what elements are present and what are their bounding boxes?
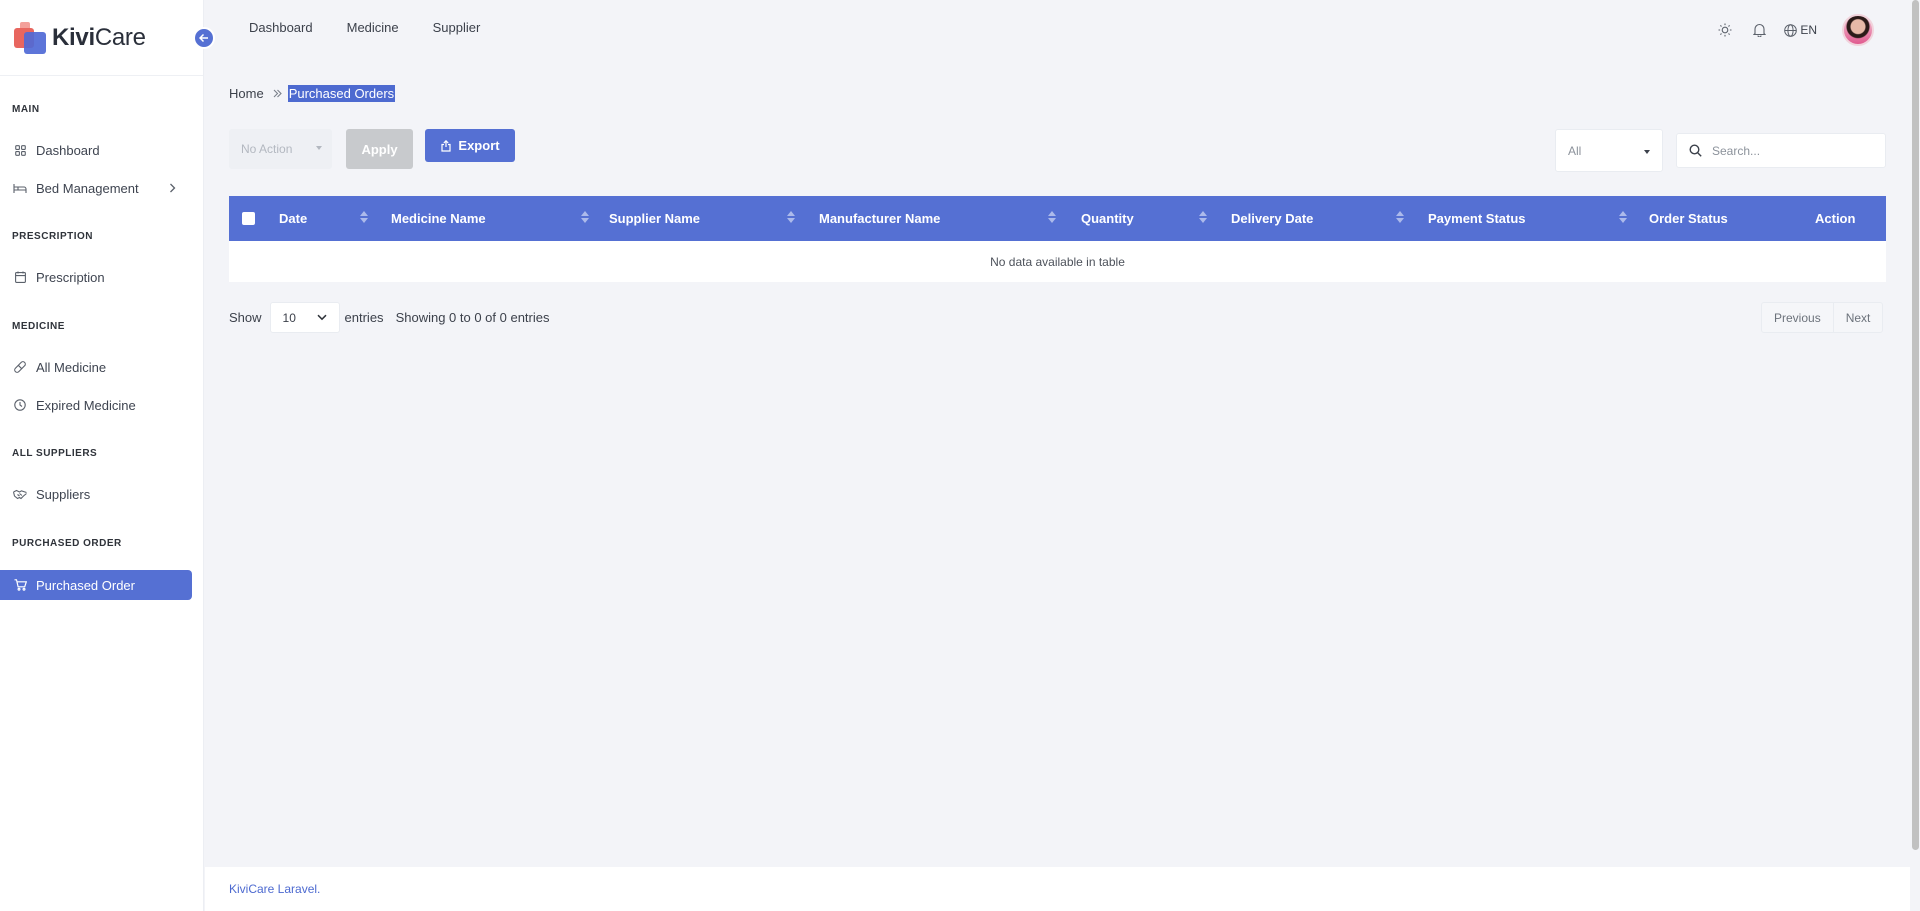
sidebar-item-suppliers[interactable]: Suppliers <box>0 479 192 509</box>
cart-icon <box>13 578 27 592</box>
bulk-action-select[interactable]: No Action <box>229 129 332 169</box>
column-header-date[interactable]: Date <box>279 196 307 241</box>
globe-icon <box>1784 23 1798 37</box>
column-header-manufacturer-name[interactable]: Manufacturer Name <box>819 196 940 241</box>
section-all-suppliers: ALL SUPPLIERS <box>12 448 98 459</box>
column-header-payment-status[interactable]: Payment Status <box>1428 196 1526 241</box>
sidebar-item-purchased-order[interactable]: Purchased Order <box>0 570 192 600</box>
top-right-tools: EN <box>1717 14 1874 46</box>
next-button[interactable]: Next <box>1832 303 1883 332</box>
sidebar-item-bed-management[interactable]: Bed Management <box>0 173 192 203</box>
sidebar-item-label: Prescription <box>36 269 105 285</box>
sidebar-item-label: Purchased Order <box>36 577 135 593</box>
sidebar-item-prescription[interactable]: Prescription <box>0 262 192 292</box>
section-prescription: PRESCRIPTION <box>12 231 94 242</box>
logo-icon <box>14 21 46 54</box>
breadcrumb-home[interactable]: Home <box>229 86 264 101</box>
pill-icon <box>13 360 27 374</box>
sort-icon[interactable] <box>1048 211 1056 223</box>
handshake-icon <box>13 487 27 501</box>
column-header-order-status[interactable]: Order Status <box>1649 196 1728 241</box>
page-size-value: 10 <box>282 310 296 325</box>
bulk-action-value: No Action <box>241 142 293 156</box>
status-filter-select[interactable]: All <box>1555 129 1663 172</box>
search-input[interactable] <box>1712 143 1872 158</box>
breadcrumb-current: Purchased Orders <box>287 85 396 102</box>
sidebar-item-label: All Medicine <box>36 359 107 375</box>
previous-button[interactable]: Previous <box>1762 303 1833 332</box>
bed-icon <box>13 181 27 195</box>
brand-name: KiviCare <box>52 23 146 51</box>
sort-icon[interactable] <box>1199 211 1207 223</box>
caret-down-icon <box>1644 150 1650 154</box>
grid-icon <box>13 143 27 157</box>
top-nav: Dashboard Medicine Supplier <box>249 20 480 35</box>
double-chevron-right-icon <box>273 87 282 101</box>
purchased-orders-table: Date Medicine Name Supplier Name Manufac… <box>229 196 1886 282</box>
language-selector[interactable]: EN <box>1784 23 1817 37</box>
sidebar-item-expired-medicine[interactable]: Expired Medicine <box>0 390 192 420</box>
column-header-medicine-name[interactable]: Medicine Name <box>391 196 486 241</box>
pagination: Previous Next <box>1761 302 1884 333</box>
sidebar-item-all-medicine[interactable]: All Medicine <box>0 352 192 382</box>
logo[interactable]: KiviCare <box>0 0 203 76</box>
caret-down-icon <box>316 146 322 150</box>
search-box <box>1676 133 1886 168</box>
avatar[interactable] <box>1842 14 1874 46</box>
sidebar-item-dashboard[interactable]: Dashboard <box>0 135 192 165</box>
sort-icon[interactable] <box>787 211 795 223</box>
language-label: EN <box>1800 23 1817 37</box>
topnav-medicine[interactable]: Medicine <box>347 20 399 35</box>
sort-icon[interactable] <box>1396 211 1404 223</box>
show-label: Show <box>229 310 262 325</box>
sidebar-collapse-button[interactable] <box>193 27 215 49</box>
topnav-dashboard[interactable]: Dashboard <box>249 20 313 35</box>
export-icon <box>441 139 452 152</box>
section-main: MAIN <box>12 104 40 115</box>
sun-icon[interactable] <box>1717 22 1733 38</box>
scrollbar-thumb[interactable] <box>1912 0 1919 850</box>
chevron-right-icon <box>169 180 176 196</box>
breadcrumb: Home Purchased Orders <box>229 85 396 102</box>
column-header-delivery-date[interactable]: Delivery Date <box>1231 196 1313 241</box>
search-icon <box>1689 144 1702 157</box>
table-info: Showing 0 to 0 of 0 entries <box>395 310 550 325</box>
column-header-supplier-name[interactable]: Supplier Name <box>609 196 700 241</box>
sidebar: KiviCare MAIN Dashboard Bed Management P… <box>0 0 204 911</box>
sidebar-item-label: Bed Management <box>36 180 139 196</box>
section-purchased-order: PURCHASED ORDER <box>12 538 122 549</box>
section-medicine: MEDICINE <box>12 321 65 332</box>
calendar-icon <box>13 270 27 284</box>
entries-label: entries <box>344 310 384 325</box>
clock-icon <box>13 398 27 412</box>
chevron-down-icon <box>317 314 327 321</box>
export-button[interactable]: Export <box>425 129 515 162</box>
arrow-left-icon <box>199 33 208 43</box>
page-scrollbar[interactable] <box>1910 0 1920 911</box>
sidebar-item-label: Dashboard <box>36 142 100 158</box>
footer-link[interactable]: KiviCare Laravel. <box>229 882 320 896</box>
column-header-action: Action <box>1815 211 1856 226</box>
column-header-quantity[interactable]: Quantity <box>1081 196 1134 241</box>
sort-icon[interactable] <box>360 211 368 223</box>
export-label: Export <box>458 138 500 153</box>
footer: KiviCare Laravel. <box>205 867 1910 911</box>
table-empty-row: No data available in table <box>229 241 1886 282</box>
page-size-select[interactable]: 10 <box>269 302 340 333</box>
table-header: Date Medicine Name Supplier Name Manufac… <box>229 196 1886 241</box>
sort-icon[interactable] <box>581 211 589 223</box>
select-all-checkbox[interactable] <box>242 212 255 225</box>
topnav-supplier[interactable]: Supplier <box>433 20 481 35</box>
sidebar-item-label: Suppliers <box>36 486 91 502</box>
table-length-control: Show 10 entries Showing 0 to 0 of 0 entr… <box>229 302 550 333</box>
bell-icon[interactable] <box>1751 22 1767 38</box>
apply-button[interactable]: Apply <box>346 129 413 169</box>
sort-icon[interactable] <box>1619 211 1627 223</box>
status-filter-value: All <box>1568 143 1582 158</box>
sidebar-item-label: Expired Medicine <box>36 397 136 413</box>
